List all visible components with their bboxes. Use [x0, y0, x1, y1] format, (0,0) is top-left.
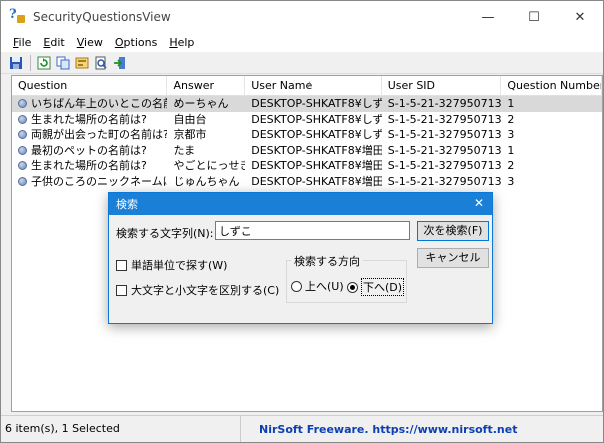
- whole-word-label: 単語単位で探す(W): [131, 259, 228, 272]
- table-row[interactable]: 生まれた場所の名前は? 自由台 DESKTOP-SHKATF8¥しずこ S-1-…: [12, 112, 602, 128]
- direction-up-label: 上へ(U): [305, 280, 344, 293]
- question-icon: [18, 176, 27, 186]
- cell-user-name: DESKTOP-SHKATF8¥しずこ: [251, 112, 382, 126]
- window-title: SecurityQuestionsView: [33, 10, 171, 24]
- cell-user-sid: S-1-5-21-3279507131-42...: [387, 159, 502, 172]
- cell-answer: たま: [173, 143, 196, 157]
- direction-down-radio-dot[interactable]: [347, 281, 358, 293]
- cell-question: 生まれた場所の名前は?: [12, 158, 167, 174]
- cell-question-number: 2: [507, 112, 515, 126]
- cell-answer: めーちゃん: [173, 97, 229, 110]
- refresh-icon[interactable]: [35, 54, 53, 72]
- find-what-label: 検索する文字列(N):: [116, 227, 214, 240]
- find-dialog-title: 検索: [116, 198, 138, 211]
- find-icon[interactable]: [92, 54, 110, 72]
- find-dialog-title-bar[interactable]: 検索 ✕: [109, 193, 492, 215]
- cell-answer: 自由台: [173, 112, 207, 126]
- app-window: ? SecurityQuestionsView — ☐ ✕ File Edit …: [0, 0, 604, 443]
- direction-up-radio-dot[interactable]: [291, 280, 302, 292]
- question-icon: [18, 114, 27, 124]
- direction-label: 検索する方向: [291, 253, 363, 269]
- cell-question: 子供のころのニックネームは?: [12, 174, 167, 190]
- menu-file[interactable]: File: [7, 36, 37, 49]
- cell-answer: じゅんちゃん: [173, 174, 240, 188]
- app-icon: ?: [9, 7, 25, 25]
- cell-answer: やごとにっせき: [173, 159, 246, 172]
- cell-question: 生まれた場所の名前は?: [12, 112, 167, 128]
- cell-user-name: DESKTOP-SHKATF8¥増田順子: [251, 174, 382, 188]
- column-header-question-number[interactable]: Question Number: [501, 76, 602, 96]
- cell-question: 両親が出会った町の名前は?: [12, 127, 167, 143]
- nirsoft-link[interactable]: NirSoft Freeware. https://www.nirsoft.ne…: [241, 423, 517, 436]
- direction-down-label: 下へ(D): [361, 278, 405, 296]
- properties-icon[interactable]: [73, 54, 91, 72]
- copy-icon[interactable]: [54, 54, 72, 72]
- cell-user-name: DESKTOP-SHKATF8¥増田順子: [251, 159, 382, 172]
- column-header-answer[interactable]: Answer: [167, 76, 246, 96]
- cell-user-sid: S-1-5-21-3279507131-42...: [387, 143, 502, 157]
- cell-question-number: 2: [507, 159, 515, 172]
- question-icon: [18, 145, 27, 155]
- close-button[interactable]: ✕: [557, 1, 603, 33]
- match-case-checkbox[interactable]: 大文字と小文字を区別する(C): [116, 282, 279, 298]
- cell-question-number: 1: [507, 143, 515, 157]
- cell-question: 最初のペットの名前は?: [12, 143, 167, 159]
- question-icon: [18, 99, 27, 108]
- find-dialog-close-icon[interactable]: ✕: [474, 196, 484, 210]
- column-header-question[interactable]: Question: [12, 76, 168, 96]
- maximize-button[interactable]: ☐: [511, 1, 557, 33]
- menu-view[interactable]: View: [71, 36, 109, 49]
- menu-edit[interactable]: Edit: [37, 36, 70, 49]
- find-dialog: 検索 ✕ 検索する文字列(N): 次を検索(F) キャンセル 単語単位で探す(W…: [108, 192, 493, 324]
- table-row[interactable]: 生まれた場所の名前は? やごとにっせき DESKTOP-SHKATF8¥増田順子…: [12, 158, 602, 174]
- table-header: Question Answer User Name / User SID Que…: [12, 76, 602, 96]
- whole-word-checkbox[interactable]: 単語単位で探す(W): [116, 257, 227, 273]
- find-what-input[interactable]: [215, 221, 410, 240]
- cell-question-number: 3: [507, 174, 515, 188]
- question-icon: [18, 161, 27, 170]
- cell-question-number: 1: [507, 97, 515, 110]
- table-row[interactable]: 両親が出会った町の名前は? 京都市 DESKTOP-SHKATF8¥しずこ S-…: [12, 127, 602, 143]
- match-case-label: 大文字と小文字を区別する(C): [131, 284, 280, 297]
- toolbar-separator: [30, 54, 31, 71]
- table-row[interactable]: 子供のころのニックネームは? じゅんちゃん DESKTOP-SHKATF8¥増田…: [12, 174, 602, 190]
- menu-bar: File Edit View Options Help: [1, 33, 603, 52]
- status-bar: 6 item(s), 1 Selected NirSoft Freeware. …: [1, 415, 603, 442]
- menu-help[interactable]: Help: [163, 36, 200, 49]
- title-bar[interactable]: ? SecurityQuestionsView — ☐ ✕: [1, 1, 603, 33]
- direction-down-radio[interactable]: 下へ(D): [347, 278, 405, 296]
- column-header-user-name[interactable]: User Name /: [245, 76, 382, 96]
- cell-user-sid: S-1-5-21-3279507131-42...: [387, 97, 502, 110]
- find-next-button[interactable]: 次を検索(F): [417, 221, 489, 241]
- column-header-user-sid[interactable]: User SID: [382, 76, 502, 96]
- save-icon[interactable]: [7, 54, 25, 72]
- sort-indicator-icon: /: [307, 81, 311, 91]
- whole-word-checkbox-box[interactable]: [116, 259, 127, 271]
- exit-icon[interactable]: [111, 54, 129, 72]
- menu-options[interactable]: Options: [109, 36, 163, 49]
- cell-user-name: DESKTOP-SHKATF8¥増田順子: [251, 143, 382, 157]
- question-icon: [18, 130, 27, 139]
- cell-user-sid: S-1-5-21-3279507131-42...: [387, 128, 502, 141]
- column-header-user-name-label: User Name: [251, 79, 313, 92]
- cell-answer: 京都市: [173, 128, 207, 141]
- cancel-button[interactable]: キャンセル: [417, 248, 489, 268]
- cell-user-name: DESKTOP-SHKATF8¥しずこ: [251, 128, 382, 141]
- cell-question-number: 3: [507, 128, 515, 141]
- cell-user-sid: S-1-5-21-3279507131-42...: [387, 174, 502, 188]
- toolbar: [1, 52, 603, 74]
- match-case-checkbox-box[interactable]: [116, 284, 127, 296]
- cell-question: いちばん年上のいとこの名前は?: [12, 96, 167, 112]
- cell-user-name: DESKTOP-SHKATF8¥しずこ: [251, 97, 382, 110]
- status-item-count: 6 item(s), 1 Selected: [1, 416, 241, 442]
- minimize-button[interactable]: —: [465, 1, 511, 33]
- table-row[interactable]: 最初のペットの名前は? たま DESKTOP-SHKATF8¥増田順子 S-1-…: [12, 143, 602, 159]
- table-row[interactable]: いちばん年上のいとこの名前は? めーちゃん DESKTOP-SHKATF8¥しず…: [12, 96, 602, 112]
- cell-user-sid: S-1-5-21-3279507131-42...: [387, 112, 502, 126]
- direction-up-radio[interactable]: 上へ(U): [291, 278, 344, 294]
